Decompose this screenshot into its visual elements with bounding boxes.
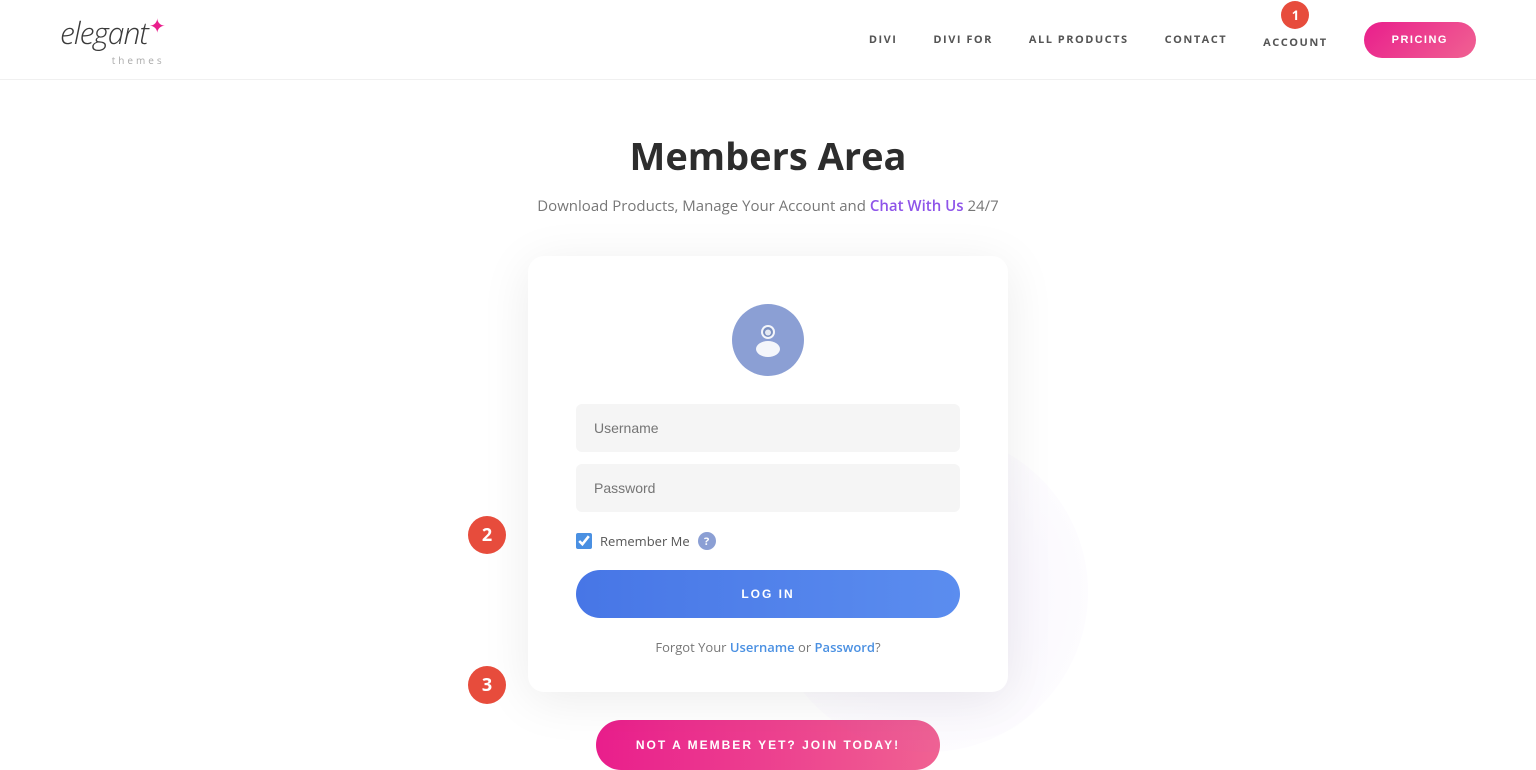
chat-link[interactable]: Chat With Us [870,196,964,216]
nav-item-all-products[interactable]: ALL PRODUCTS [1029,32,1129,47]
forgot-password-link[interactable]: Password [815,638,875,656]
page-title: Members Area [630,130,907,182]
password-input[interactable] [576,464,960,512]
annotation-badge-3: 3 [468,666,506,704]
pricing-button[interactable]: PRICING [1364,22,1476,58]
nav-item-contact[interactable]: CONTACT [1165,32,1228,47]
forgot-username-link[interactable]: Username [730,638,795,656]
remember-me-label: Remember Me [600,532,690,550]
nav-item-account-wrapper: 1 ACCOUNT [1263,29,1328,51]
logo-star: ✦ [149,12,165,39]
nav-item-divi-for[interactable]: DIVI FOR [933,32,993,47]
main-nav: DIVI DIVI FOR ALL PRODUCTS CONTACT 1 ACC… [869,22,1476,58]
login-card: Remember Me ? LOG IN Forgot Your Usernam… [528,256,1008,692]
login-button[interactable]: LOG IN [576,570,960,618]
nav-item-account[interactable]: ACCOUNT [1263,35,1328,50]
user-avatar [732,304,804,376]
remember-me-checkbox[interactable] [576,533,592,549]
forgot-row: Forgot Your Username or Password? [655,638,880,656]
account-notification-badge: 1 [1281,1,1309,29]
nav-item-divi[interactable]: DIVI [869,32,898,47]
page-subtitle: Download Products, Manage Your Account a… [537,196,998,216]
login-section: 2 3 [528,256,1008,692]
remember-me-row: Remember Me ? [576,532,960,550]
remember-me-help-icon[interactable]: ? [698,532,716,550]
username-input[interactable] [576,404,960,452]
username-field-wrapper [576,404,960,452]
annotation-badge-2: 2 [468,516,506,554]
logo-sub: themes [60,53,165,67]
logo[interactable]: elegant✦ themes [60,12,165,67]
password-field-wrapper [576,464,960,512]
main-content: Members Area Download Products, Manage Y… [0,80,1536,770]
login-card-wrapper: Remember Me ? LOG IN Forgot Your Usernam… [528,256,1008,692]
logo-name: elegant [60,12,148,53]
site-header: elegant✦ themes DIVI DIVI FOR ALL PRODUC… [0,0,1536,80]
user-icon [749,319,787,362]
